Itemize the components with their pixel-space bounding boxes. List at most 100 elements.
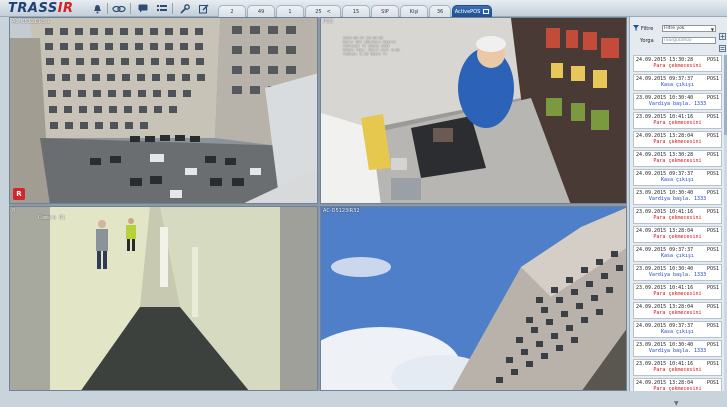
top-toolbar: TRASSIR 2 49 1 25 < 15 SIP Kişi 36 Active… [0,0,727,17]
event-message: Para çekmecesini [653,234,702,240]
tab-36[interactable]: 36 [429,5,451,17]
tab-49[interactable]: 49 [247,5,275,17]
tab-1[interactable]: 1 [276,5,304,17]
tab-kisi[interactable]: Kişi [400,5,428,17]
event-item[interactable]: 23.09.2015 10:41:16 POS1 Para çekmecesini [633,112,722,129]
event-message: Para çekmecesini [653,215,702,221]
event-message: Para çekmecesini [653,291,702,297]
event-item[interactable]: 23.09.2015 10:41:16 POS1 Para çekmecesini [633,207,722,224]
tab-15[interactable]: 15 [342,5,370,17]
camera-label: POS [323,19,334,25]
event-pos: POS1 [706,361,719,367]
event-pos: POS1 [706,266,719,272]
camera-grid: AC-D5121IR3 1 R POS 2015-09-24 10:30:28 … [9,17,627,391]
event-pos: POS1 [706,323,719,329]
camera-view-courtyard[interactable]: AC-D5121IR3 1 R [9,17,318,204]
camera-view-pos[interactable]: POS 2015-09-24 10:30:28 Dolly Süt ağlama… [320,17,627,204]
event-item[interactable]: 23.09.2015 10:30:40 POS1 Vardiya başla. 13… [633,188,722,205]
event-message: Vardiya başla. 1333 [648,101,707,107]
tab-sip[interactable]: SIP [371,5,399,17]
event-item[interactable]: 23.09.2015 10:41:16 POS1 Para çekmecesini [633,283,722,300]
event-message: Para çekmecesini [653,139,702,145]
share-icon: < [326,8,331,15]
window-icon [483,9,490,14]
filter-settings-icon[interactable] [719,25,726,40]
event-pos: POS1 [706,209,719,215]
event-message: Vardiya başla. 1333 [648,272,707,278]
trassir-logo: TRASSIR [8,1,74,16]
list-icon[interactable] [153,2,171,15]
tab-25[interactable]: 25 < [305,5,341,17]
event-item[interactable]: 23.09.2015 10:30:40 POS1 Vardiya başla. 13… [633,340,722,357]
event-item[interactable]: 24.09.2015 13:30:28 POS1 Para çekmecesini [633,150,722,167]
event-message: Vardiya başla. 1333 [648,348,707,354]
event-item[interactable]: 24.09.2015 09:37:37 POS1 Kasa çıkışı [633,169,722,186]
event-message: Para çekmecesini [653,158,702,164]
event-pos: POS1 [706,171,719,177]
corridor-overlay-label: Camera 01 [38,215,66,221]
fisheye-image [321,207,626,390]
event-message: Kasa çıkışı [660,82,695,88]
event-pos: POS1 [706,228,719,234]
filter-select[interactable]: Filtre yok ▼ [662,25,716,32]
event-message: Para çekmecesini [653,386,702,391]
filter-row: Filtre [633,24,653,33]
edit-icon[interactable] [195,2,213,15]
camera-view-corridor[interactable]: 8 Camera 01 [9,206,318,391]
event-message: Vardiya başla. 1333 [648,196,707,202]
event-message: Para çekmecesini [653,310,702,316]
chevron-down-icon: ▼ [710,27,714,32]
camera-label: AC-D5123IR32 [323,208,360,214]
event-pos: POS1 [706,57,719,63]
camera-view-fisheye[interactable]: AC-D5123IR32 [320,206,627,391]
event-pos: POS1 [706,152,719,158]
filter-label: Filtre [641,25,654,32]
event-pos: POS1 [706,247,719,253]
pos-receipt-overlay: 2015-09-24 10:30:28 Dolly Süt ağlaması B… [343,36,400,56]
search-label: Yorga [640,37,654,44]
activepos-panel: Filtre Filtre yok ▼ Yorga (Sorgulama) 24.… [629,17,727,407]
search-row: Yorga [640,36,654,45]
camera-label: AC-D5121IR3 1 [12,19,51,25]
tab-activepos[interactable]: ActivePOS [452,5,492,17]
event-pos: POS1 [706,76,719,82]
scroll-down-icon[interactable]: ▼ [674,400,679,407]
record-badge[interactable]: R [13,188,25,200]
camera-label: 8 [12,208,16,214]
event-list[interactable]: 24.09.2015 13:30:28 POS1 Para çekmecesini 2… [633,55,722,391]
event-pos: POS1 [706,380,719,386]
bell-icon[interactable] [88,2,106,15]
search-input[interactable]: (Sorgulama) [662,37,716,44]
event-message: Para çekmecesini [653,120,702,126]
event-message: Para çekmecesini [653,367,702,373]
event-item[interactable]: 24.09.2015 13:28:04 POS1 Para çekmecesini [633,378,722,391]
event-message: Para çekmecesini [653,63,702,69]
filter-icon [633,24,639,33]
event-message: Kasa çıkışı [660,177,695,183]
event-item[interactable]: 24.09.2015 09:37:37 POS1 Kasa çıkışı [633,245,722,262]
courtyard-image [10,18,317,203]
wrench-icon[interactable] [176,2,194,15]
event-pos: POS1 [706,285,719,291]
event-item[interactable]: 24.09.2015 13:28:04 POS1 Para çekmecesini [633,131,722,148]
event-item[interactable]: 23.09.2015 10:41:16 POS1 Para çekmecesini [633,359,722,376]
event-item[interactable]: 24.09.2015 13:28:04 POS1 Para çekmecesini [633,302,722,319]
link-icon[interactable] [110,2,128,15]
event-pos: POS1 [706,114,719,120]
event-message: Kasa çıkışı [660,253,695,259]
corridor-image [10,207,317,390]
event-item[interactable]: 24.09.2015 09:37:37 POS1 Kasa çıkışı [633,321,722,338]
event-item[interactable]: 24.09.2015 09:37:37 POS1 Kasa çıkışı [633,74,722,91]
event-pos: POS1 [706,133,719,139]
event-pos: POS1 [706,95,719,101]
tab-2[interactable]: 2 [218,5,246,17]
event-item[interactable]: 23.09.2015 10:30:40 POS1 Vardiya başla. 13… [633,93,722,110]
event-pos: POS1 [706,342,719,348]
event-item[interactable]: 23.09.2015 10:30:40 POS1 Vardiya başla. 13… [633,264,722,281]
event-item[interactable]: 24.09.2015 13:28:04 POS1 Para çekmecesini [633,226,722,243]
event-message: Kasa çıkışı [660,329,695,335]
event-item[interactable]: 24.09.2015 13:30:28 POS1 Para çekmecesini [633,55,722,72]
chat-icon[interactable] [134,2,152,15]
event-pos: POS1 [706,190,719,196]
search-options-icon[interactable] [719,37,726,52]
